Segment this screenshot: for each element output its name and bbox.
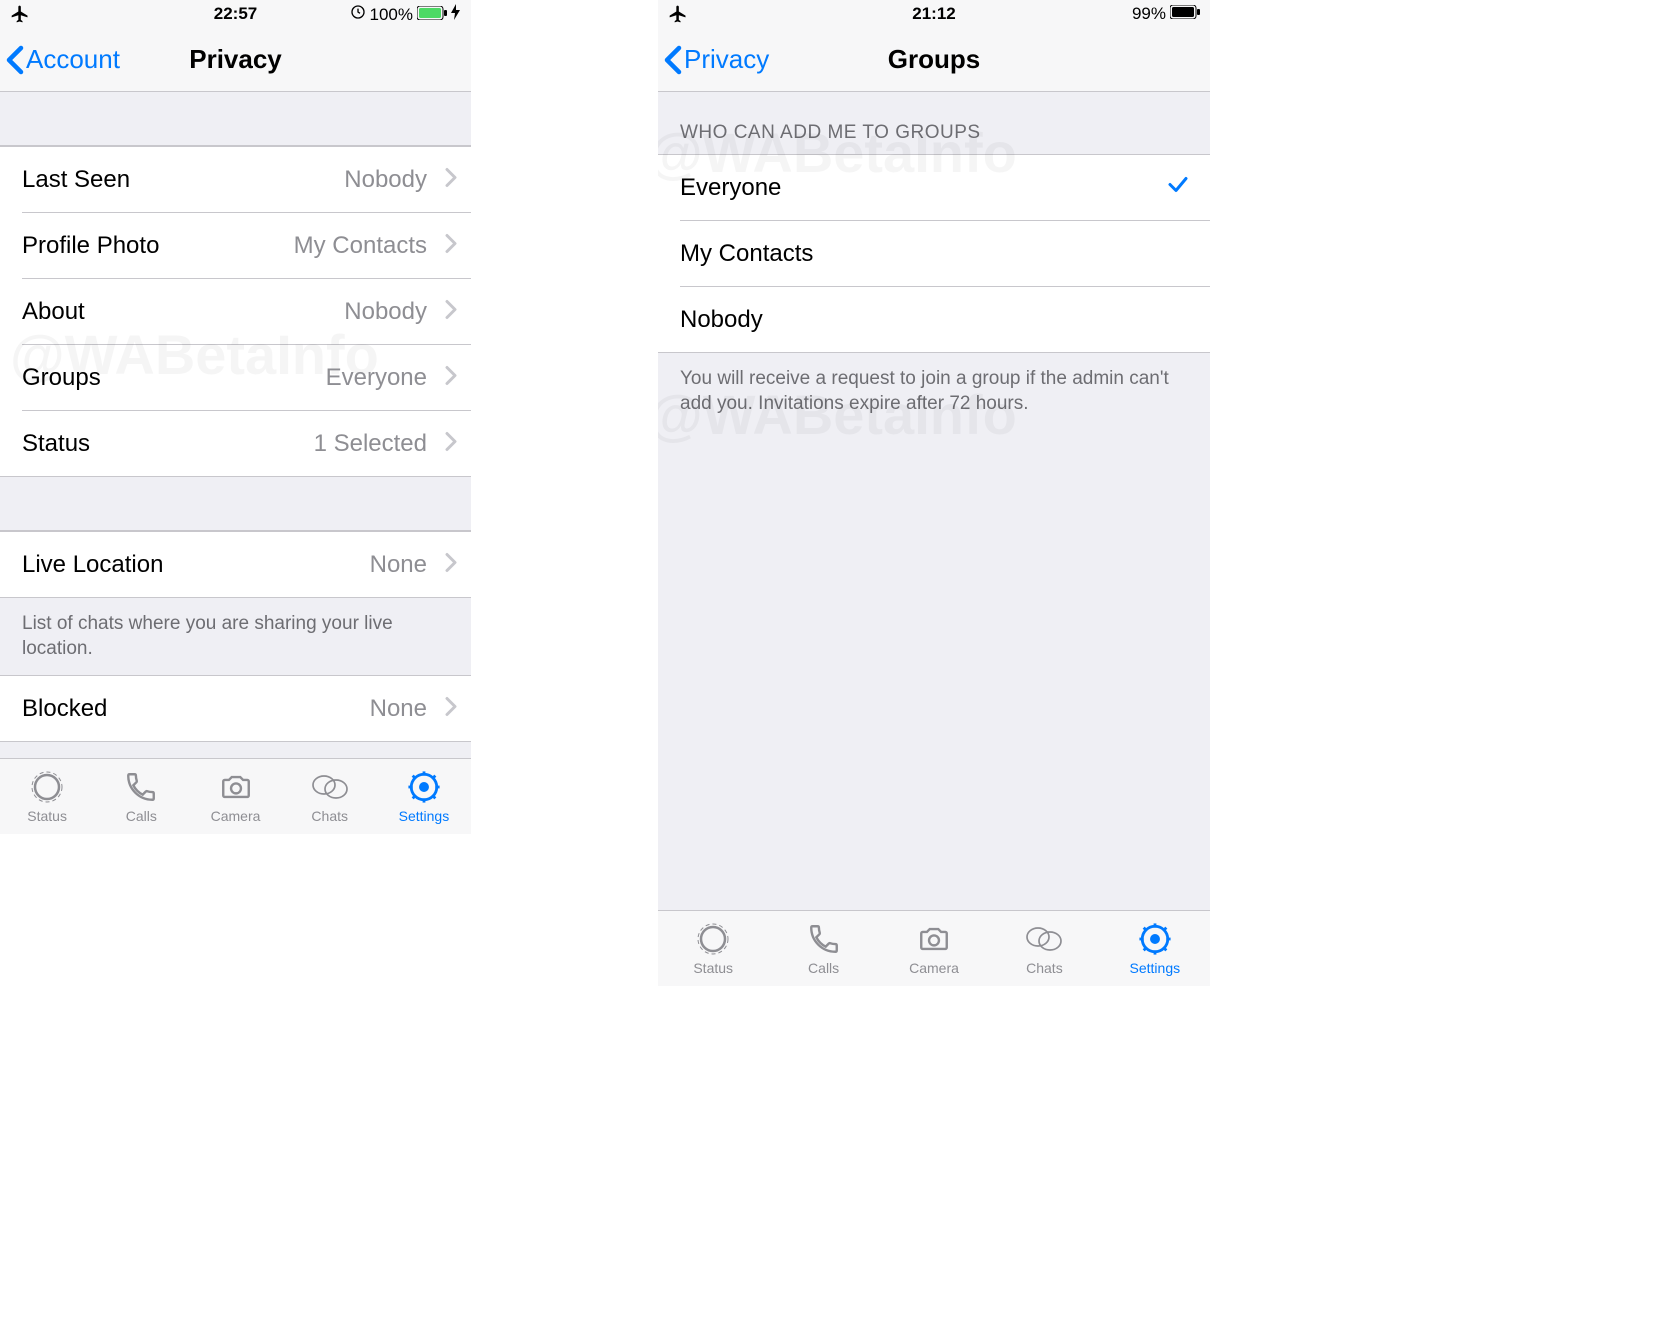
row-value: 1 Selected	[314, 430, 427, 458]
chats-icon	[1025, 922, 1063, 956]
row-groups[interactable]: Groups Everyone	[0, 345, 471, 410]
page-title: Privacy	[189, 44, 282, 75]
chevron-right-icon	[445, 167, 457, 192]
blocked-footer: List of contacts you have blocked.	[0, 742, 471, 758]
checkmark-icon	[1166, 172, 1190, 203]
tab-label: Camera	[211, 808, 261, 824]
status-bar: 22:57 100%	[0, 0, 471, 28]
airplane-mode-icon	[668, 4, 688, 29]
live-location-footer: List of chats where you are sharing your…	[0, 598, 471, 675]
row-label: Last Seen	[22, 166, 130, 194]
tab-label: Camera	[909, 960, 959, 976]
tab-bar: Status Calls Camera Chats Settings	[0, 758, 471, 834]
groups-content: @WABetaInfo @WABetaInfo WHO CAN ADD ME T…	[658, 92, 1210, 910]
nav-bar: Privacy Groups	[658, 28, 1210, 92]
battery-text: 99%	[1132, 4, 1166, 24]
chevron-right-icon	[445, 365, 457, 390]
privacy-content: @WABetaInfo Last Seen Nobody Profile Pho…	[0, 92, 471, 758]
row-label: Status	[22, 430, 90, 458]
option-label: Everyone	[680, 174, 781, 202]
row-value: Nobody	[344, 298, 427, 326]
back-button[interactable]: Privacy	[664, 44, 769, 75]
phone-icon	[807, 922, 841, 956]
row-status[interactable]: Status 1 Selected	[0, 411, 471, 476]
gear-icon	[407, 770, 441, 804]
gear-icon	[1138, 922, 1172, 956]
tab-label: Calls	[808, 960, 839, 976]
status-icon	[696, 922, 730, 956]
row-label: About	[22, 298, 85, 326]
screenshot-groups: 21:12 99% Privacy Groups @WABetaInfo @WA…	[658, 0, 1210, 986]
tab-chats[interactable]: Chats	[989, 911, 1099, 986]
chevron-right-icon	[445, 233, 457, 258]
camera-icon	[219, 770, 253, 804]
back-label: Account	[26, 44, 120, 75]
row-value: Nobody	[344, 166, 427, 194]
tab-label: Chats	[311, 808, 348, 824]
section-header: WHO CAN ADD ME TO GROUPS	[658, 92, 1210, 154]
row-label: Blocked	[22, 695, 107, 723]
tab-label: Calls	[126, 808, 157, 824]
tab-settings[interactable]: Settings	[1100, 911, 1210, 986]
tab-chats[interactable]: Chats	[283, 759, 377, 834]
option-label: My Contacts	[680, 240, 813, 268]
row-label: Profile Photo	[22, 232, 159, 260]
chevron-right-icon	[445, 552, 457, 577]
chevron-left-icon	[664, 45, 682, 75]
chats-icon	[311, 770, 349, 804]
status-time: 22:57	[214, 4, 257, 24]
row-profile-photo[interactable]: Profile Photo My Contacts	[0, 213, 471, 278]
tab-settings[interactable]: Settings	[377, 759, 471, 834]
row-about[interactable]: About Nobody	[0, 279, 471, 344]
orientation-lock-icon	[350, 4, 366, 25]
battery-icon	[1170, 4, 1200, 24]
row-value: None	[370, 695, 427, 723]
tab-label: Status	[693, 960, 733, 976]
status-icon	[30, 770, 64, 804]
option-everyone[interactable]: Everyone	[658, 155, 1210, 220]
chevron-left-icon	[6, 45, 24, 75]
option-nobody[interactable]: Nobody	[658, 287, 1210, 352]
row-label: Groups	[22, 364, 101, 392]
status-time: 21:12	[912, 4, 955, 24]
row-label: Live Location	[22, 551, 163, 579]
battery-text: 100%	[370, 5, 413, 25]
tab-label: Settings	[1130, 960, 1181, 976]
tab-calls[interactable]: Calls	[94, 759, 188, 834]
chevron-right-icon	[445, 299, 457, 324]
charging-icon	[451, 4, 461, 25]
chevron-right-icon	[445, 431, 457, 456]
airplane-mode-icon	[10, 4, 30, 29]
row-blocked[interactable]: Blocked None	[0, 676, 471, 741]
row-value: Everyone	[326, 364, 427, 392]
row-value: My Contacts	[294, 232, 427, 260]
back-label: Privacy	[684, 44, 769, 75]
tab-status[interactable]: Status	[658, 911, 768, 986]
phone-icon	[124, 770, 158, 804]
status-bar: 21:12 99%	[658, 0, 1210, 28]
option-label: Nobody	[680, 306, 763, 334]
tab-status[interactable]: Status	[0, 759, 94, 834]
section-footer: You will receive a request to join a gro…	[658, 353, 1210, 430]
screenshot-privacy: 22:57 100% Account Privacy @WABetaInfo L…	[0, 0, 471, 834]
row-last-seen[interactable]: Last Seen Nobody	[0, 147, 471, 212]
row-value: None	[370, 551, 427, 579]
option-my-contacts[interactable]: My Contacts	[658, 221, 1210, 286]
tab-label: Chats	[1026, 960, 1063, 976]
chevron-right-icon	[445, 696, 457, 721]
nav-bar: Account Privacy	[0, 28, 471, 92]
battery-icon	[417, 5, 447, 25]
tab-calls[interactable]: Calls	[768, 911, 878, 986]
tab-camera[interactable]: Camera	[879, 911, 989, 986]
page-title: Groups	[888, 44, 980, 75]
back-button[interactable]: Account	[6, 44, 120, 75]
camera-icon	[917, 922, 951, 956]
tab-label: Settings	[399, 808, 450, 824]
row-live-location[interactable]: Live Location None	[0, 532, 471, 597]
tab-camera[interactable]: Camera	[188, 759, 282, 834]
tab-label: Status	[27, 808, 67, 824]
tab-bar: Status Calls Camera Chats Settings	[658, 910, 1210, 986]
